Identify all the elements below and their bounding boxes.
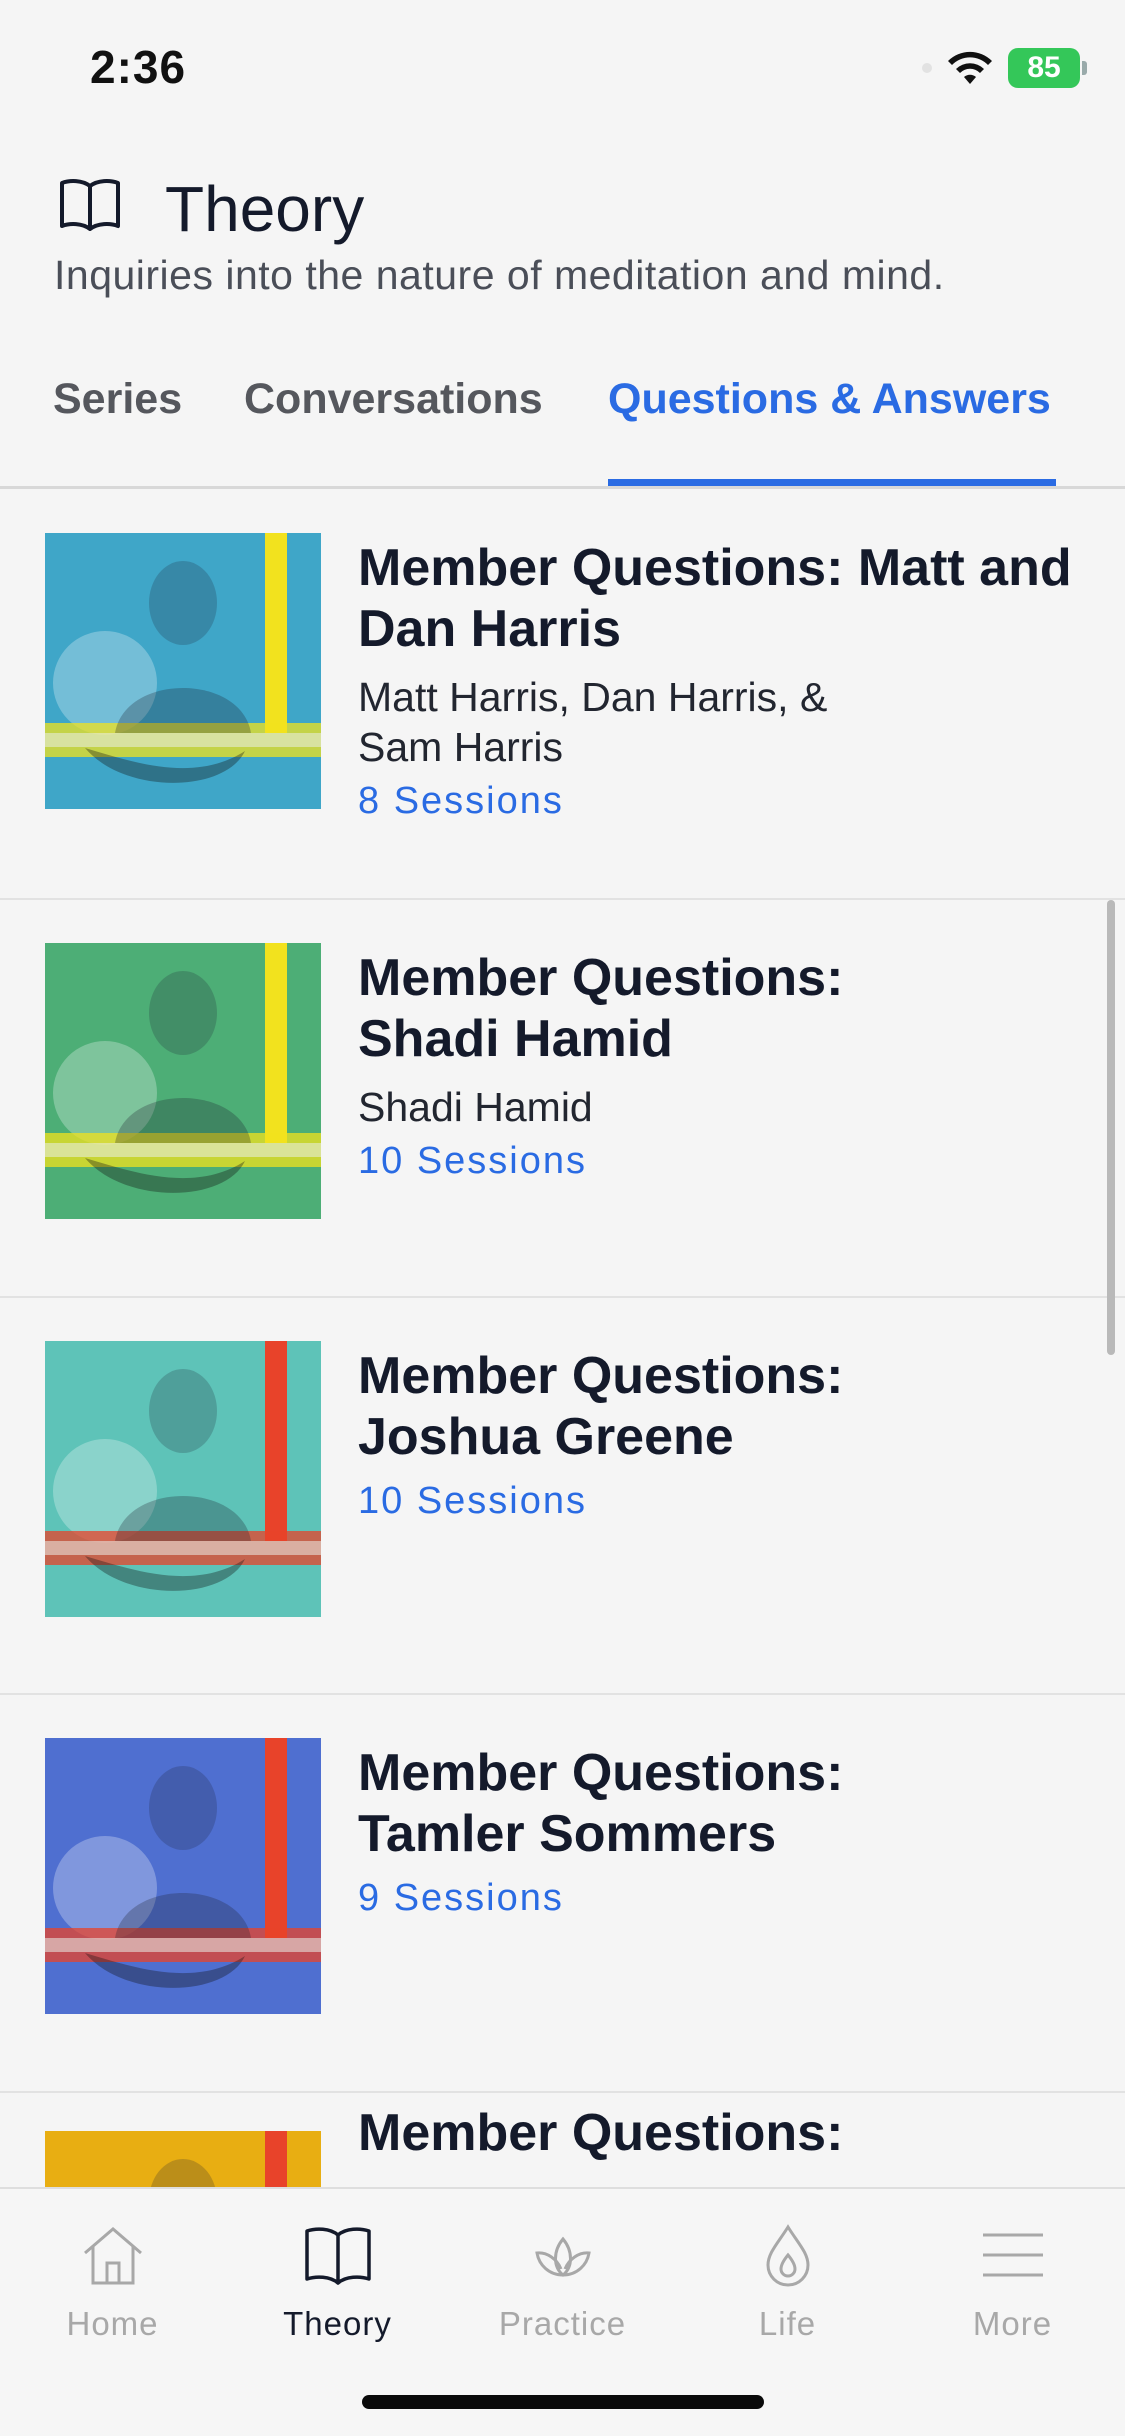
tab-series[interactable]: Series [53, 375, 182, 424]
item-session-count: 9 Sessions [358, 1877, 564, 1919]
tabbar-theory[interactable]: Theory [225, 2219, 450, 2343]
item-session-count: 10 Sessions [358, 1480, 588, 1522]
tabbar-label: Practice [498, 2305, 627, 2342]
item-title: Member Questions: Tamler Sommers [358, 1744, 844, 1863]
status-indicators: 85 [922, 48, 1087, 88]
series-thumbnail-image [45, 1738, 321, 2014]
tabbar-label: Life [758, 2305, 817, 2342]
tabbar-label: Theory [283, 2305, 392, 2342]
wifi-icon [948, 51, 992, 84]
list-item[interactable]: Member Questions: [0, 2093, 1125, 2187]
item-title: Member Questions: [358, 2104, 844, 2162]
series-thumbnail-image [45, 943, 321, 1219]
tabbar-practice[interactable]: Practice [450, 2219, 675, 2343]
item-authors: Shadi Hamid [358, 1084, 593, 1130]
page-header: Theory Inquiries into the nature of medi… [0, 160, 1125, 300]
list-item[interactable]: Member Questions: Matt and Dan Harris Mat… [0, 490, 1125, 900]
item-title: Member Questions: Matt and Dan Harris [358, 539, 1072, 658]
series-list: Member Questions: Matt and Dan Harris Mat… [0, 490, 1125, 2187]
status-time: 2:36 [90, 41, 187, 93]
list-item[interactable]: Member Questions: Shadi Hamid Shadi Hamid… [0, 900, 1125, 1298]
segment-tabs: Series Conversations Questions & Answers [0, 365, 1125, 489]
drop-icon [765, 2224, 810, 2287]
tab-questions-answers[interactable]: Questions & Answers [608, 375, 1051, 424]
page-subtitle: Inquiries into the nature of meditation … [54, 252, 945, 298]
item-title: Member Questions: Shadi Hamid [358, 949, 844, 1068]
tabbar-more[interactable]: More [900, 2219, 1125, 2343]
status-bar: 2:36 85 [0, 0, 1125, 140]
tabbar-home[interactable]: Home [0, 2219, 225, 2343]
page-title: Theory [165, 173, 365, 245]
battery-level: 85 [1027, 51, 1061, 84]
tabbar-label: More [972, 2305, 1053, 2342]
series-thumbnail-image [45, 533, 321, 809]
tabbar-life[interactable]: Life [675, 2219, 900, 2343]
active-tab-indicator [608, 479, 1056, 486]
series-thumbnail-image [45, 1341, 321, 1617]
battery-icon: 85 [1008, 48, 1087, 88]
series-thumbnail-image [45, 2131, 321, 2187]
signal-dot-icon [922, 63, 932, 73]
item-authors: Matt Harris, Dan Harris, & Sam Harris [358, 674, 828, 770]
tab-conversations[interactable]: Conversations [244, 375, 543, 424]
scrollbar[interactable] [1107, 900, 1115, 1355]
list-item[interactable]: Member Questions: Tamler Sommers 9 Sessio… [0, 1695, 1125, 2093]
item-session-count: 8 Sessions [358, 780, 564, 822]
item-session-count: 10 Sessions [358, 1140, 588, 1182]
book-icon [60, 179, 120, 231]
menu-icon [982, 2233, 1043, 2277]
item-title: Member Questions: Joshua Greene [358, 1347, 844, 1466]
home-icon [83, 2227, 142, 2285]
list-item[interactable]: Member Questions: Joshua Greene 10 Sessio… [0, 1298, 1125, 1695]
book-icon [304, 2227, 371, 2285]
lotus-icon [534, 2236, 591, 2277]
home-indicator [362, 2395, 764, 2409]
tabbar-label: Home [66, 2305, 159, 2342]
